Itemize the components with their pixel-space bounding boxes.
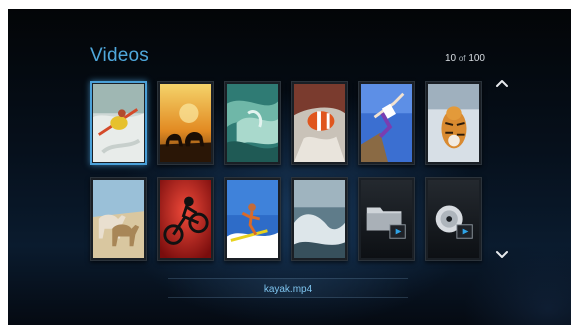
video-tile-clownfish[interactable]	[291, 81, 348, 165]
thumbnail-jumper	[361, 84, 412, 162]
video-tile-bmx[interactable]	[157, 177, 214, 261]
video-grid	[90, 81, 482, 261]
thumbnail-elephants	[160, 84, 211, 162]
counter-current: 10	[444, 53, 457, 64]
selected-filename: kayak.mp4	[263, 284, 313, 295]
video-tile-wave[interactable]	[224, 81, 281, 165]
video-tile-surfer[interactable]	[224, 177, 281, 261]
page-title: Videos	[90, 45, 149, 66]
chevron-down-icon[interactable]	[493, 245, 511, 263]
selected-filename-bar: kayak.mp4	[168, 278, 408, 298]
thumbnail-kayaker	[93, 84, 144, 162]
thumbnail-bmx	[160, 180, 211, 258]
video-tile-kayaker[interactable]	[90, 81, 147, 165]
media-player-screen: Videos 10 of 100 kayak.mp4	[8, 9, 571, 325]
disc-tile[interactable]	[425, 177, 482, 261]
video-tile-tiger[interactable]	[425, 81, 482, 165]
folder-tile[interactable]	[358, 177, 415, 261]
item-counter: 10 of 100	[445, 53, 485, 64]
disc-tile-background	[428, 180, 479, 258]
counter-of: of	[458, 54, 466, 63]
folder-tile-background	[361, 180, 412, 258]
video-tile-ocean-spray[interactable]	[291, 177, 348, 261]
folder-icon	[366, 207, 406, 239]
thumbnail-ocean-spray	[294, 180, 345, 258]
thumbnail-clownfish	[294, 84, 345, 162]
thumbnail-horses	[93, 180, 144, 258]
thumbnail-wave	[227, 84, 278, 162]
disc-icon	[435, 205, 473, 239]
video-tile-jumper[interactable]	[358, 81, 415, 165]
thumbnail-tiger	[428, 84, 479, 162]
chevron-up-icon[interactable]	[493, 75, 511, 93]
video-tile-horses[interactable]	[90, 177, 147, 261]
thumbnail-surfer	[227, 180, 278, 258]
video-tile-elephants[interactable]	[157, 81, 214, 165]
counter-total: 100	[468, 53, 485, 64]
